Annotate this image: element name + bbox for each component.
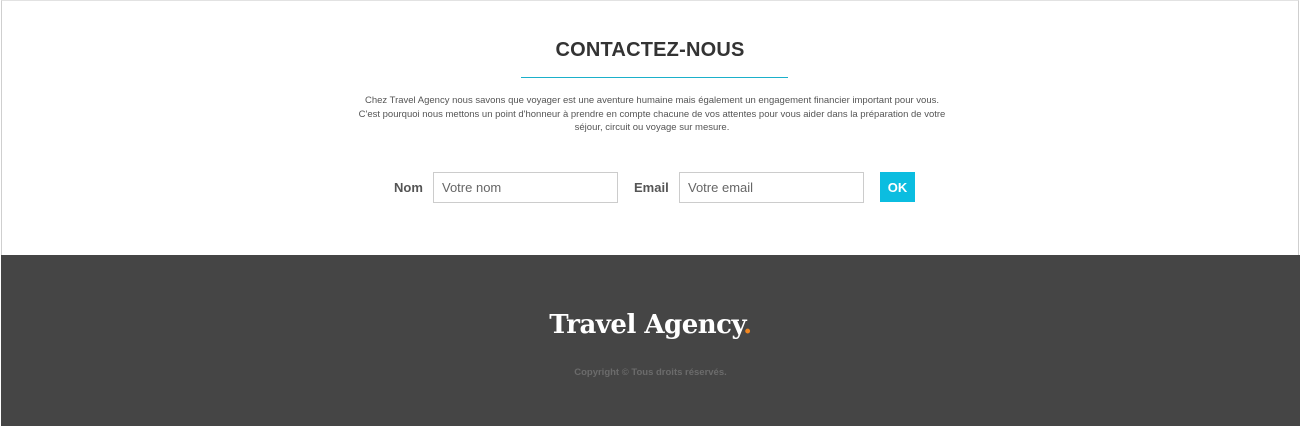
submit-button[interactable]: OK [880, 172, 915, 202]
name-label: Nom [394, 180, 423, 195]
contact-title: CONTACTEZ-NOUS [555, 39, 745, 61]
contact-section: CONTACTEZ-NOUS Chez Travel Agency nous s… [1, 0, 1299, 255]
email-label: Email [634, 180, 669, 195]
intro-line: C'est pourquoi nous mettons un point d'h… [358, 108, 946, 120]
intro-line: Chez Travel Agency nous savons que voyag… [364, 95, 940, 106]
logo-dot: . [743, 310, 752, 340]
contact-intro: Chez Travel Agency nous savons que voyag… [332, 94, 972, 135]
email-input[interactable] [679, 172, 864, 203]
intro-line: séjour, circuit ou voyage sur mesure. [574, 122, 730, 133]
page: CONTACTEZ-NOUS Chez Travel Agency nous s… [0, 0, 1300, 426]
contact-form: Nom Email OK [2, 172, 1298, 203]
title-underline [521, 77, 788, 78]
logo-text: Travel Agency [549, 310, 744, 340]
footer-logo[interactable]: Travel Agency. [1, 310, 1300, 340]
footer: Travel Agency. Copyright © Tous droits r… [1, 255, 1300, 426]
name-input[interactable] [433, 172, 618, 203]
copyright-text: Copyright © Tous droits réservés. [574, 367, 727, 378]
